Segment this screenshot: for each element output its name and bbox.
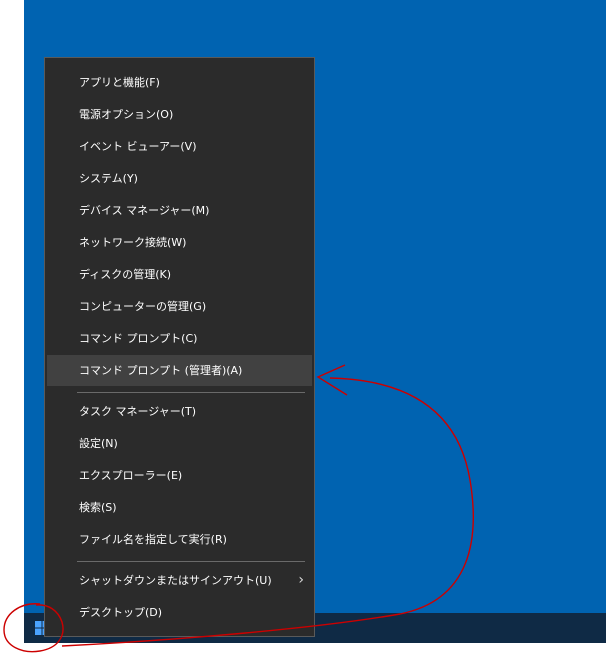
menu-item-device-manager[interactable]: デバイス マネージャー(M)	[47, 195, 312, 226]
menu-item-command-prompt-admin[interactable]: コマンド プロンプト (管理者)(A)	[47, 355, 312, 386]
menu-item-command-prompt[interactable]: コマンド プロンプト(C)	[47, 323, 312, 354]
menu-item-event-viewer[interactable]: イベント ビューアー(V)	[47, 131, 312, 162]
menu-separator	[77, 392, 305, 393]
menu-item-label: タスク マネージャー(T)	[79, 405, 197, 418]
menu-item-label: ネットワーク接続(W)	[79, 236, 187, 249]
menu-item-explorer[interactable]: エクスプローラー(E)	[47, 460, 312, 491]
menu-item-shutdown-or-signout[interactable]: シャットダウンまたはサインアウト(U) ›	[47, 565, 312, 596]
menu-item-label: コマンド プロンプト(C)	[79, 332, 198, 345]
chevron-right-icon: ›	[298, 572, 304, 588]
menu-item-desktop[interactable]: デスクトップ(D)	[47, 597, 312, 628]
menu-item-settings[interactable]: 設定(N)	[47, 428, 312, 459]
menu-item-system[interactable]: システム(Y)	[47, 163, 312, 194]
menu-item-run[interactable]: ファイル名を指定して実行(R)	[47, 524, 312, 555]
menu-item-label: デバイス マネージャー(M)	[79, 204, 210, 217]
menu-item-label: イベント ビューアー(V)	[79, 140, 197, 153]
menu-item-label: デスクトップ(D)	[79, 606, 163, 619]
menu-item-disk-management[interactable]: ディスクの管理(K)	[47, 259, 312, 290]
menu-item-apps-and-features[interactable]: アプリと機能(F)	[47, 67, 312, 98]
page-margin	[0, 643, 606, 655]
menu-item-label: アプリと機能(F)	[79, 76, 160, 89]
menu-item-label: 検索(S)	[79, 501, 117, 514]
menu-item-label: エクスプローラー(E)	[79, 469, 183, 482]
menu-item-label: コマンド プロンプト (管理者)(A)	[79, 364, 243, 377]
menu-item-label: 電源オプション(O)	[79, 108, 174, 121]
menu-item-label: シャットダウンまたはサインアウト(U)	[79, 574, 272, 587]
menu-item-label: システム(Y)	[79, 172, 138, 185]
quick-link-menu: アプリと機能(F) 電源オプション(O) イベント ビューアー(V) システム(…	[44, 57, 315, 637]
menu-separator	[77, 561, 305, 562]
menu-item-label: ファイル名を指定して実行(R)	[79, 533, 227, 546]
menu-item-label: ディスクの管理(K)	[79, 268, 172, 281]
menu-item-label: コンピューターの管理(G)	[79, 300, 207, 313]
menu-item-search[interactable]: 検索(S)	[47, 492, 312, 523]
menu-item-computer-management[interactable]: コンピューターの管理(G)	[47, 291, 312, 322]
menu-item-network-connections[interactable]: ネットワーク接続(W)	[47, 227, 312, 258]
menu-item-power-options[interactable]: 電源オプション(O)	[47, 99, 312, 130]
menu-item-label: 設定(N)	[79, 437, 118, 450]
menu-item-task-manager[interactable]: タスク マネージャー(T)	[47, 396, 312, 427]
